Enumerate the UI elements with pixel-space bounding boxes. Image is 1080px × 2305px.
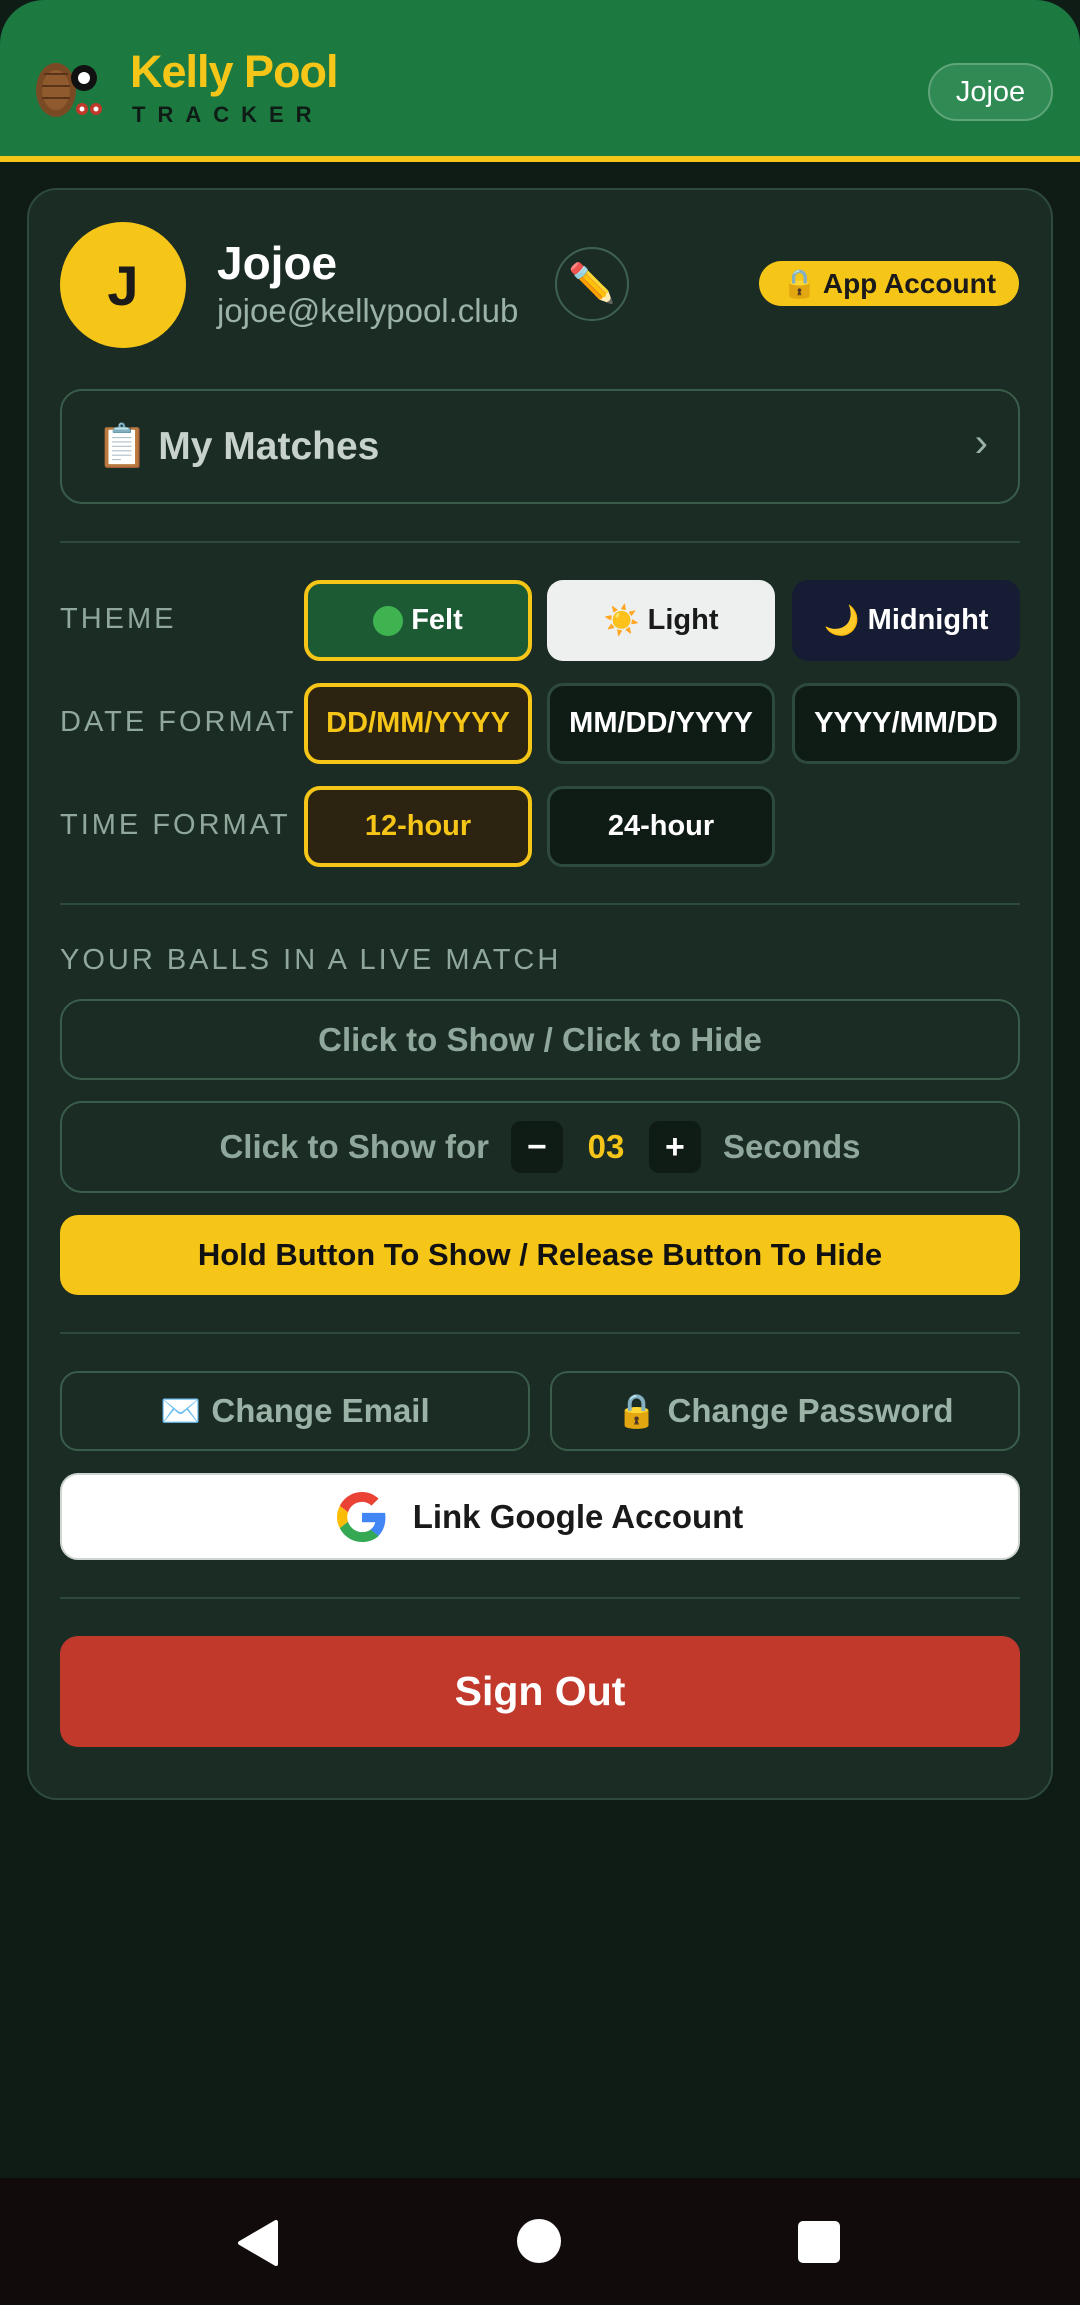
avatar: J <box>60 222 186 348</box>
recent-apps-icon[interactable] <box>798 2221 840 2263</box>
increment-seconds-button[interactable]: + <box>648 1121 701 1173</box>
brand-title: Kelly Pool <box>130 46 339 97</box>
brand-subtitle: TRACKER <box>132 102 324 127</box>
link-google-label: Link Google Account <box>412 1497 744 1535</box>
divider <box>60 1332 1020 1334</box>
time-format-option-12h[interactable]: 12-hour <box>304 786 532 867</box>
decrement-seconds-button[interactable]: − <box>510 1121 563 1173</box>
sun-icon: ☀️ <box>603 604 640 637</box>
theme-option-midnight[interactable]: 🌙 Midnight <box>792 580 1020 661</box>
date-format-option-yyyymmdd[interactable]: YYYY/MM/DD <box>792 683 1020 764</box>
kelly-pool-logo-icon <box>36 63 102 117</box>
timed-show-prefix: Click to Show for <box>219 1128 489 1165</box>
change-email-label: Change Email <box>211 1392 430 1429</box>
moon-icon: 🌙 <box>823 604 860 637</box>
my-matches-label: My Matches <box>158 424 380 468</box>
profile-name: Jojoe <box>217 237 338 289</box>
account-type-badge: 🔒 App Account <box>759 261 1019 306</box>
theme-option-label: Felt <box>411 604 463 636</box>
theme-option-light[interactable]: ☀️ Light <box>547 580 775 661</box>
balls-section-label: YOUR BALLS IN A LIVE MATCH <box>60 944 562 976</box>
seconds-value: 03 <box>587 1128 625 1165</box>
click-toggle-mode-button[interactable]: Click to Show / Click to Hide <box>60 999 1020 1080</box>
account-type-label: App Account <box>822 267 997 299</box>
edit-profile-button[interactable]: ✏️ <box>555 247 629 321</box>
timed-show-suffix: Seconds <box>722 1128 861 1165</box>
my-matches-link[interactable]: 📋 My Matches › <box>60 389 1020 504</box>
date-format-label: DATE FORMAT <box>60 706 297 738</box>
theme-option-label: Midnight <box>867 604 989 636</box>
theme-option-felt[interactable]: Felt <box>304 580 532 661</box>
divider <box>60 903 1020 905</box>
profile-email: jojoe@kellypool.club <box>217 292 519 329</box>
change-password-button[interactable]: 🔒 Change Password <box>550 1371 1020 1451</box>
change-password-label: Change Password <box>667 1392 954 1429</box>
time-format-option-24h[interactable]: 24-hour <box>547 786 775 867</box>
chevron-right-icon: › <box>974 421 988 465</box>
divider <box>60 541 1020 543</box>
back-icon[interactable] <box>236 2220 282 2266</box>
clipboard-icon: 📋 <box>96 422 149 469</box>
theme-option-label: Light <box>647 604 719 636</box>
lock-icon: 🔒 <box>781 268 817 299</box>
green-circle-icon <box>373 605 404 636</box>
timed-show-mode-button[interactable]: Click to Show for − 03 + Seconds <box>60 1101 1020 1193</box>
change-email-button[interactable]: ✉️ Change Email <box>60 1371 530 1451</box>
link-google-account-button[interactable]: Link Google Account <box>60 1473 1020 1560</box>
app-header: Kelly Pool TRACKER Jojoe <box>0 0 1080 162</box>
date-format-option-mmddyyyy[interactable]: MM/DD/YYYY <box>547 683 775 764</box>
time-format-label: TIME FORMAT <box>60 809 291 841</box>
hold-to-show-mode-button[interactable]: Hold Button To Show / Release Button To … <box>60 1215 1020 1295</box>
sign-out-button[interactable]: Sign Out <box>60 1636 1020 1747</box>
date-format-option-ddmmyyyy[interactable]: DD/MM/YYYY <box>304 683 532 764</box>
theme-label: THEME <box>60 603 177 635</box>
google-icon <box>336 1491 386 1542</box>
pencil-icon: ✏️ <box>568 263 616 305</box>
envelope-icon: ✉️ <box>160 1391 202 1429</box>
user-menu-button[interactable]: Jojoe <box>928 63 1053 121</box>
lock-icon: 🔒 <box>616 1391 658 1429</box>
divider <box>60 1597 1020 1599</box>
home-icon[interactable] <box>517 2219 561 2263</box>
